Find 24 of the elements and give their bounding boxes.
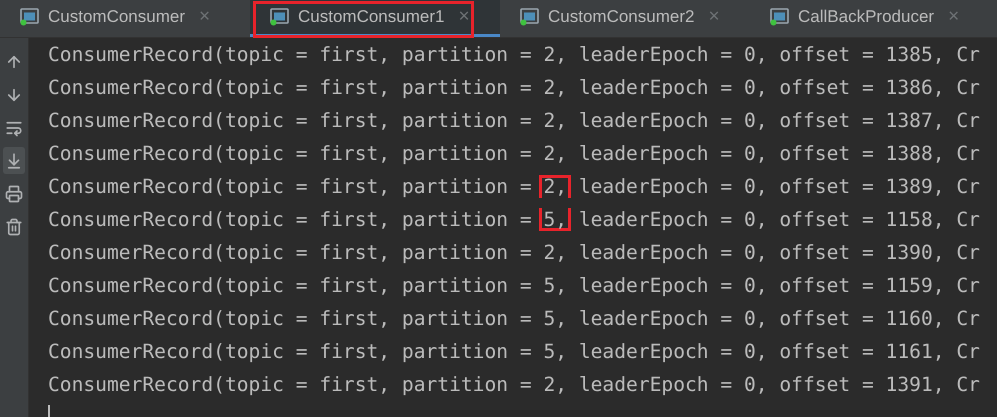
- console-line: ConsumerRecord(topic = first, partition = 2, leaderEpoch = 0, offset = 1389, Cr: [48, 174, 981, 200]
- console-window-icon: [770, 8, 790, 26]
- scroll-to-end-button[interactable]: [3, 147, 25, 174]
- console-tab[interactable]: CustomConsumer2 ×: [500, 0, 750, 37]
- console-line: ConsumerRecord(topic = first, partition = 5, leaderEpoch = 0, offset = 1160, Cr: [48, 306, 981, 332]
- console-window-icon: [520, 8, 540, 26]
- printer-icon: [5, 184, 23, 202]
- console-tab[interactable]: CallBackProducer ×: [750, 0, 997, 37]
- console-window-icon: [20, 8, 40, 26]
- console-tab[interactable]: CustomConsumer ×: [0, 0, 250, 37]
- console-line: ConsumerRecord(topic = first, partition = 2, leaderEpoch = 0, offset = 1385, Cr: [48, 42, 981, 68]
- scroll-to-end-icon: [5, 152, 23, 170]
- console-line: ConsumerRecord(topic = first, partition = 5, leaderEpoch = 0, offset = 1159, Cr: [48, 273, 981, 299]
- console-line: ConsumerRecord(topic = first, partition = 5, leaderEpoch = 0, offset = 1161, Cr: [48, 339, 981, 365]
- console-tab[interactable]: CustomConsumer1 ×: [250, 0, 500, 37]
- console-line: ConsumerRecord(topic = first, partition = 2, leaderEpoch = 0, offset = 1388, Cr: [48, 141, 981, 167]
- console-line: ConsumerRecord(topic = first, partition = 2, leaderEpoch = 0, offset = 1387, Cr: [48, 108, 981, 134]
- console-line: ConsumerRecord(topic = first, partition = 2, leaderEpoch = 0, offset = 1390, Cr: [48, 240, 981, 266]
- console-window-icon: [270, 8, 290, 26]
- console-line: ConsumerRecord(topic = first, partition = 2, leaderEpoch = 0, offset = 1386, Cr: [48, 75, 981, 101]
- console-line: ConsumerRecord(topic = first, partition = 5, leaderEpoch = 0, offset = 1158, Cr: [48, 207, 981, 233]
- trash-icon: [5, 218, 23, 236]
- text-cursor: [48, 405, 50, 417]
- console-line: ConsumerRecord(topic = first, partition = 2, leaderEpoch = 0, offset = 1391, Cr: [48, 372, 981, 398]
